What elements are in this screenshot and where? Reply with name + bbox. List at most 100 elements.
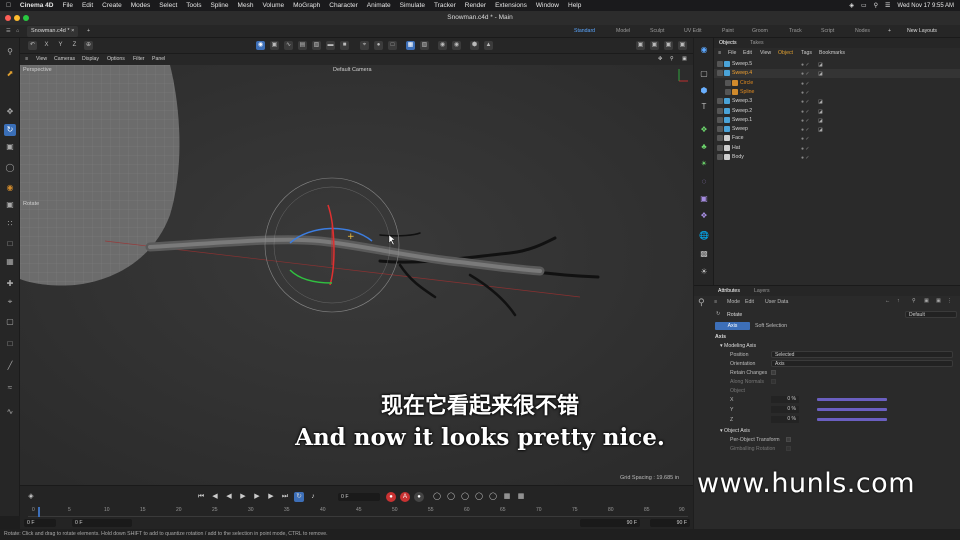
goto-end-button[interactable]: ⏭ — [280, 492, 290, 502]
viewport-camera-label[interactable]: Default Camera — [333, 67, 372, 73]
key-position-icon[interactable]: ◯ — [432, 492, 442, 502]
document-tab[interactable]: Snowman.c4d * × — [27, 26, 79, 37]
zoom-window-button[interactable] — [23, 15, 29, 21]
object-row-sweep[interactable]: Sweep ● ✓ ◪ — [714, 125, 960, 134]
text-icon[interactable]: T — [698, 101, 710, 113]
object-row-face[interactable]: Face ● ✓ — [714, 134, 960, 143]
snap-toggle-icon[interactable]: ⌖ — [360, 41, 369, 50]
next-frame-button[interactable]: ▶ — [252, 492, 262, 502]
object-name[interactable]: Body — [732, 153, 744, 162]
object-row-body[interactable]: Body ● ✓ — [714, 153, 960, 162]
menu-simulate[interactable]: Simulate — [400, 2, 425, 9]
min-frame-field[interactable]: 0 F — [24, 519, 56, 527]
cube-icon[interactable]: ▢ — [698, 68, 710, 80]
axis-z-toggle[interactable]: Z — [70, 41, 79, 50]
points-mode-icon[interactable]: ∷ — [4, 218, 16, 230]
object-row-sweep-3[interactable]: Sweep.3 ● ✓ ◪ — [714, 97, 960, 106]
object-name[interactable]: Sweep.4 — [732, 69, 752, 78]
model-mode-icon[interactable]: ◉ — [4, 182, 16, 194]
orientation-dropdown[interactable]: Axis — [771, 360, 953, 367]
attributes-menu-edit[interactable]: Edit — [745, 299, 754, 305]
object-row-circle[interactable]: Circle ● ✓ — [714, 79, 960, 88]
menu-create[interactable]: Create — [102, 2, 122, 9]
current-frame-field[interactable]: 0 F — [338, 493, 380, 501]
object-name[interactable]: Sweep.5 — [732, 60, 752, 69]
timeline-ruler[interactable]: 0 5 10 15 20 25 30 35 40 45 50 55 60 65 … — [28, 507, 688, 517]
lock-axis-icon[interactable]: ● — [374, 41, 383, 50]
goto-start-button[interactable]: ⏮ — [196, 492, 206, 502]
tab-takes[interactable]: Takes — [750, 40, 764, 46]
workplane-icon[interactable]: ▢ — [4, 316, 16, 328]
menu-animate[interactable]: Animate — [367, 2, 391, 9]
tab-objects[interactable]: Objects — [719, 40, 737, 46]
effector-icon[interactable]: ✴ — [698, 158, 710, 170]
rotate-tool-icon[interactable]: ↻ — [4, 124, 16, 136]
layer-dot-icon[interactable] — [725, 88, 731, 95]
prev-frame-button[interactable]: ◀ — [224, 492, 234, 502]
render-queue-icon[interactable]: ▣ — [678, 41, 687, 50]
texture-mode-icon[interactable]: ▣ — [4, 199, 16, 211]
layer-dot-icon[interactable] — [717, 154, 723, 160]
layer-dot-icon[interactable] — [717, 126, 723, 133]
menu-app-name[interactable]: Cinema 4D — [20, 2, 54, 9]
viewport-solo-icon[interactable]: ▦ — [406, 41, 415, 50]
coordinate-system-icon[interactable]: ⊕ — [84, 41, 93, 50]
tab-layers[interactable]: Layers — [754, 288, 770, 294]
object-name[interactable]: Sweep — [732, 125, 748, 134]
viewport-menu-view[interactable]: View — [36, 56, 47, 62]
layout-uv-edit[interactable]: UV Edit — [684, 27, 702, 36]
preview-end-field[interactable]: 90 F — [580, 519, 640, 527]
next-key-button[interactable]: ▶ — [266, 492, 276, 502]
max-frame-field[interactable]: 90 F — [650, 519, 690, 527]
layout-model[interactable]: Model — [616, 27, 630, 36]
object-row-sweep-1[interactable]: Sweep.1 ● ✓ ◪ — [714, 116, 960, 125]
key-pla-icon[interactable]: ◯ — [488, 492, 498, 502]
viewport-maximize-icon[interactable]: ▣ — [682, 56, 687, 62]
generator-green-icon[interactable]: ❖ — [698, 124, 710, 136]
mograph-icon[interactable]: ♣ — [698, 141, 710, 153]
search-commands-icon[interactable]: ⚲ — [4, 46, 16, 58]
add-tab-icon[interactable]: + — [87, 27, 90, 36]
position-dropdown[interactable]: Selected — [771, 351, 953, 358]
objects-menu-tags[interactable]: Tags — [801, 50, 812, 56]
new-layouts-button[interactable]: New Layouts — [907, 27, 937, 36]
viewport-move-icon[interactable]: ✥ — [658, 56, 662, 62]
menu-volume[interactable]: Volume — [262, 2, 284, 9]
edges-mode-icon[interactable]: □ — [4, 238, 16, 250]
attributes-menu-user-data[interactable]: User Data — [765, 299, 788, 305]
menu-file[interactable]: File — [62, 2, 72, 9]
home-icon[interactable]: ⌂ — [16, 27, 19, 36]
objects-menu-edit[interactable]: Edit — [743, 50, 752, 56]
more-options-icon[interactable]: ⋮ — [947, 298, 952, 304]
render-active-view-icon[interactable]: ▣ — [650, 41, 659, 50]
apple-icon[interactable]:  — [6, 2, 11, 9]
material-icon[interactable]: ⬢ — [470, 41, 479, 50]
menu-select[interactable]: Select — [159, 2, 177, 9]
preview-start-field[interactable]: 0 F — [72, 519, 132, 527]
layer-dot-icon[interactable] — [717, 70, 723, 77]
3d-viewport[interactable]: + Perspective Default Camera Rotate Grid… — [20, 65, 693, 485]
group-modeling-axis[interactable]: ▾ Modeling Axis — [720, 343, 756, 349]
menu-edit[interactable]: Edit — [82, 2, 93, 9]
close-tab-icon[interactable]: × — [71, 28, 74, 34]
up-arrow-icon[interactable]: ↑ — [897, 298, 900, 304]
spline-primitive-icon[interactable]: ∿ — [284, 41, 293, 50]
back-arrow-icon[interactable]: ← — [885, 298, 890, 304]
new-manager-icon[interactable]: ▣ — [936, 298, 941, 304]
minimize-window-button[interactable] — [14, 15, 20, 21]
environment-icon[interactable]: 🌐 — [698, 230, 710, 242]
viewport-menu-options[interactable]: Options — [107, 56, 125, 62]
object-row-hat[interactable]: Hat ● ✓ — [714, 144, 960, 153]
layout-paint[interactable]: Paint — [722, 27, 734, 36]
knife-tool-icon[interactable]: ╱ — [4, 360, 16, 372]
layout-groom[interactable]: Groom — [752, 27, 768, 36]
object-name[interactable]: Spline — [740, 88, 754, 97]
object-name[interactable]: Sweep.3 — [732, 97, 752, 106]
search-attr-icon[interactable]: ⚲ — [912, 298, 916, 304]
deformer-icon[interactable]: ▧ — [312, 41, 321, 50]
autokey-button[interactable]: A — [400, 492, 410, 502]
object-row-spline[interactable]: Spline ● ✓ — [714, 88, 960, 97]
render-settings-icon[interactable]: ◉ — [452, 41, 461, 50]
model-mode-button[interactable]: ◉ — [256, 41, 265, 50]
bend-icon[interactable]: ▣ — [698, 193, 710, 205]
